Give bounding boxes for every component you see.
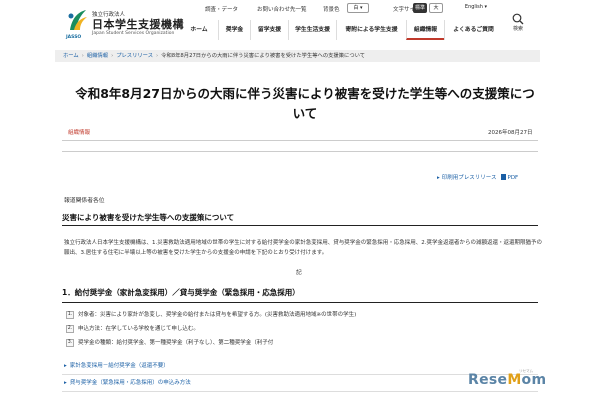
publish-date: 2026年08月27日 (488, 130, 533, 136)
breadcrumb-home[interactable]: ホーム (63, 53, 79, 59)
pdf-icon (500, 174, 506, 180)
bg-color-label: 背景色 (323, 7, 340, 13)
nav-student-life[interactable]: 学生生活支援 (288, 20, 336, 40)
jasso-logo[interactable]: 独立行政法人 日本学生支援機構 Japan Student Services O… (66, 8, 186, 42)
link-loan-application[interactable]: ▸ 貸与奨学金（緊急採用・応急採用）の申込み方法 (64, 378, 191, 388)
breadcrumb-press-release[interactable]: プレスリリース (116, 53, 153, 59)
list-number: 3. (66, 339, 74, 347)
jasso-logo-mark-icon (68, 10, 87, 30)
nav-donation[interactable]: 寄附による学生支援 (336, 20, 406, 40)
link-label: 貸与奨学金（緊急採用・応急採用）の申込み方法 (69, 380, 191, 386)
nav-organization[interactable]: 組織情報 (406, 20, 444, 40)
global-nav: ホーム 奨学金 留学支援 学生生活支援 寄附による学生支援 組織情報 よくあるご… (180, 20, 500, 40)
search-label: 検索 (512, 26, 523, 32)
addressee: 報道関係者各位 (64, 198, 105, 204)
breadcrumb: ホーム › 組織情報 › プレスリリース › 令和8年8月27日からの大雨に伴う災害により被… (55, 50, 540, 62)
section-heading-scholarship: 1．給付奨学金（家計急変採用）／貸与奨学金（緊急採用・応急採用） (62, 287, 538, 303)
list-item-text: 申込方法：在学している学校を通じて申し込む。 (78, 326, 199, 332)
nav-scholarship[interactable]: 奨学金 (218, 20, 250, 40)
triangle-right-icon: ▸ (64, 380, 67, 386)
link-income-change[interactable]: ▸ 家計急変採用－給付奨学金（返還不要） (64, 361, 169, 371)
list-number: 2. (66, 325, 74, 333)
breadcrumb-separator: › (81, 53, 84, 59)
contact-link[interactable]: お問い合わせ先一覧 (257, 5, 307, 13)
link-label: 家計急変採用－給付奨学金（返還不要） (69, 363, 169, 369)
triangle-right-icon: ▸ (64, 363, 67, 369)
search-button[interactable]: 検索 (509, 13, 527, 35)
divider (62, 374, 538, 375)
watermark-text-a: Rese (468, 372, 508, 388)
language-value: English (464, 4, 483, 10)
breadcrumb-separator: › (156, 53, 159, 59)
breadcrumb-current: 令和8年8月27日からの大雨に伴う災害により被害を受けた学生等への支援策について (161, 53, 366, 59)
bg-color-select[interactable]: 白 ▾ (347, 3, 369, 13)
divider (62, 151, 538, 152)
language-select[interactable]: English ▾ (459, 3, 493, 13)
divider (62, 140, 538, 141)
watermark-text-o: M (507, 372, 522, 388)
list-item-text: 奨学金の種類：給付奨学金、第一種奨学金（利子なし）、第二種奨学金（利子付 (78, 340, 274, 346)
triangle-right-icon: ▸ (437, 175, 440, 181)
category-label[interactable]: 組織情報 (68, 128, 90, 136)
print-press-release-link[interactable]: ▸ 印刷用プレスリリース PDF (437, 173, 518, 181)
bg-color-value: 白 (353, 5, 359, 11)
resemom-watermark: ReseMom (468, 372, 546, 388)
list-item: 2. 申込方法：在学している学校を通じて申し込む。 (66, 324, 199, 334)
text-size-standard-button[interactable]: 標準 (413, 3, 427, 13)
breadcrumb-organization[interactable]: 組織情報 (87, 53, 108, 59)
nav-faq[interactable]: よくあるご質問 (444, 20, 502, 40)
nav-study-abroad[interactable]: 留学支援 (250, 20, 288, 40)
list-item: 1. 対象者：災害により家計が急変し、奨学金の給付または貸与を希望する方。(災害救… (66, 310, 356, 320)
logo-name: 日本学生支援機構 (92, 18, 184, 31)
watermark-text-b: om (521, 372, 547, 388)
body-paragraph: 独立行政法人日本学生支援機構は、1.災害救助法適用地域の世帯の学生に対する給付奨… (64, 240, 543, 256)
ki-marker: 記 (296, 270, 302, 276)
site-header: 独立行政法人 日本学生支援機構 Japan Student Services O… (0, 0, 610, 48)
divider (62, 391, 538, 392)
logo-name-en: Japan Student Services Organization (92, 31, 175, 36)
logo-abbr: JASSO (66, 35, 82, 40)
watermark-sub: リセマム (519, 369, 533, 373)
search-icon (512, 13, 524, 25)
page-title: 令和8年8月27日からの大雨に伴う災害により被害を受けた学生等への支援策について (75, 86, 535, 121)
nav-home[interactable]: ホーム (180, 20, 218, 40)
pdf-label: PDF (507, 175, 519, 181)
print-link-label: 印刷用プレスリリース (441, 175, 497, 181)
list-item-text: 対象者：災害により家計が急変し、奨学金の給付または貸与を希望する方。(災害救助法… (78, 312, 357, 318)
text-size-large-button[interactable]: 大 (429, 3, 443, 13)
research-link[interactable]: 調査・データ (205, 5, 238, 13)
list-item: 3. 奨学金の種類：給付奨学金、第一種奨学金（利子なし）、第二種奨学金（利子付 (66, 338, 273, 348)
section-heading-support: 災害により被害を受けた学生等への支援策について (62, 212, 538, 226)
breadcrumb-separator: › (111, 53, 114, 59)
list-number: 1. (66, 311, 74, 319)
